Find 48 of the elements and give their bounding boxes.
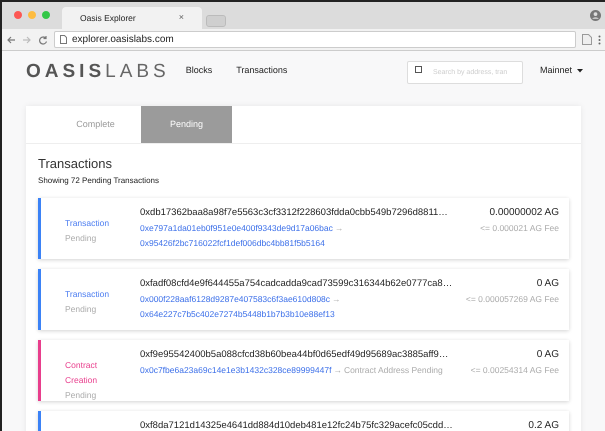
transaction-hash[interactable]: 0xdb17362baa8a98f7e5563c3cf3312f228603fdda0cbb549b7296d8811… bbox=[140, 206, 480, 219]
arrow-text: → bbox=[334, 222, 344, 234]
transaction-type: Transaction bbox=[65, 289, 110, 300]
transaction-status: Pending bbox=[65, 233, 98, 244]
browser-tab[interactable]: Oasis Explorer × bbox=[62, 7, 202, 29]
amount-text: 0 AG bbox=[536, 348, 559, 361]
from-address-link[interactable]: 0x000f228aaf6128d9287e407583c6f3ae610d808c bbox=[140, 293, 330, 305]
nav-link[interactable]: Transactions bbox=[236, 64, 288, 78]
from-address-link[interactable]: 0x0c7fbe6a23a69c14e1e3b1432c328ce89999447f bbox=[140, 364, 332, 376]
profile-icon[interactable] bbox=[590, 10, 601, 21]
transaction-type: Contract bbox=[65, 360, 98, 371]
amount-text: 0.2 AG bbox=[528, 419, 559, 431]
checkbox-icon bbox=[414, 66, 422, 73]
new-tab-button[interactable] bbox=[206, 15, 226, 27]
to-address-link[interactable]: 0x64e227c7b5c402e7274b5448b1b7b3b10e88ef13 bbox=[140, 308, 466, 320]
arrow-text: → bbox=[333, 364, 342, 376]
contract-address-note: Contract Address Pending bbox=[344, 364, 443, 376]
transaction-status: Pending bbox=[65, 304, 98, 315]
page-icon bbox=[60, 35, 67, 44]
transaction-type: Creation bbox=[65, 375, 98, 386]
transaction-status: Pending bbox=[65, 390, 98, 401]
reader-icon[interactable] bbox=[582, 34, 592, 45]
maximize-window-icon[interactable] bbox=[42, 11, 50, 19]
oasis-labs-logo[interactable]: OASIS LABS bbox=[26, 62, 170, 80]
tab-close-button[interactable]: × bbox=[178, 11, 184, 25]
nav-link[interactable]: Blocks bbox=[186, 64, 212, 78]
arrow-text: → bbox=[332, 293, 341, 305]
to-address-link[interactable]: 0x95426f2bc716022fcf1def006dbc4bb81f5b5164 bbox=[140, 237, 480, 249]
fee-text: <= 0.000021 AG Fee bbox=[480, 222, 559, 234]
network-dropdown[interactable]: Mainnet bbox=[540, 64, 583, 78]
amount-text: 0.00000002 AG bbox=[489, 206, 559, 219]
forward-icon[interactable] bbox=[22, 34, 32, 44]
amount-text: 0 AG bbox=[536, 277, 559, 290]
reload-icon[interactable] bbox=[38, 34, 48, 44]
caret-icon bbox=[577, 69, 583, 73]
close-window-icon[interactable] bbox=[14, 11, 22, 19]
transaction-hash[interactable]: 0xfadf08cfd4e9f644455a754cadcadda9cad73599c316344b62e0777ca8… bbox=[140, 277, 466, 290]
from-address-link[interactable]: 0xe797a1da01eb0f951e0e400f9343de9d17a06bac bbox=[140, 222, 333, 234]
address-bar[interactable]: explorer.oasislabs.com bbox=[54, 31, 576, 48]
menu-icon[interactable] bbox=[598, 34, 601, 44]
section-subtitle: Showing 72 Pending Transactions bbox=[38, 175, 160, 187]
transaction-type: Transaction bbox=[65, 218, 110, 229]
transaction-hash[interactable]: 0xf9e95542400b5a088cfcd38b60bea44bf0d65edf49d95689ac3885aff9… bbox=[140, 348, 471, 361]
transaction-hash[interactable]: 0xf8da7121d14325e4641dd884d10deb481e12fc24b75fc329acefc05cdd… bbox=[140, 419, 528, 431]
section-title: Transactions bbox=[38, 156, 113, 172]
fee-text: <= 0.000057269 AG Fee bbox=[466, 293, 559, 305]
back-icon[interactable] bbox=[6, 34, 16, 44]
fee-text: <= 0.00254314 AG Fee bbox=[470, 364, 559, 376]
